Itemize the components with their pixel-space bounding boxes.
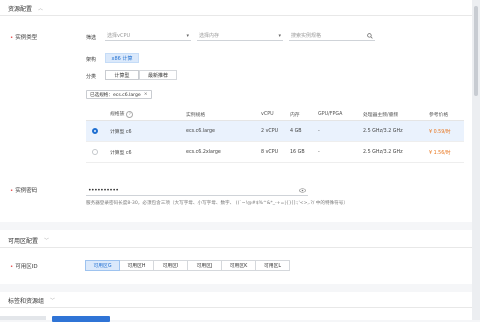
section-tags-title: 标签和资源组	[8, 298, 45, 305]
az-button-i[interactable]: 可用区I	[153, 260, 188, 271]
selected-spec-tag: 已选规格：ecs.c6.large ×	[86, 90, 152, 99]
col-family-header: 规格族?	[110, 110, 134, 118]
arch-label: 架构	[86, 57, 97, 63]
row-cpu: 2.5 GHz/3.2 GHz	[363, 149, 403, 155]
row-spec: ecs.c6.2xlarge	[186, 149, 221, 155]
arch-x86-button[interactable]: x86 计算	[105, 53, 139, 63]
col-vcpu-header: vCPU	[261, 111, 274, 117]
section-az-header[interactable]: 可用区配置 ﹀	[8, 236, 49, 245]
az-button-group: 可用区G 可用区H 可用区I 可用区J 可用区K 可用区L	[85, 260, 290, 271]
search-icon[interactable]	[367, 32, 373, 39]
az-button-l[interactable]: 可用区L	[255, 260, 290, 271]
vcpu-select[interactable]: 选择vCPU ▾	[105, 31, 191, 41]
scrollbar-thumb[interactable]	[474, 6, 478, 96]
caret-down-icon: ▾	[186, 32, 189, 39]
password-hint: 服务器登录密码长度8-30，必须包含三项（大写字母、小写字母、数字、 ()`~!…	[86, 201, 348, 206]
password-label: • 实例密码	[10, 188, 38, 194]
eye-icon[interactable]	[299, 188, 306, 193]
row-memory: 16 GB	[290, 149, 305, 155]
help-icon[interactable]: ?	[126, 111, 134, 118]
category-label: 分类	[86, 74, 97, 80]
row-price: ¥ 0.59/时	[429, 129, 451, 135]
az-button-j[interactable]: 可用区J	[187, 260, 222, 271]
section-gap	[0, 222, 472, 230]
memory-select[interactable]: 选择内存 ▾	[197, 31, 283, 41]
row-radio[interactable]	[92, 128, 98, 134]
instance-spec-table: 规格族? 实例规格 vCPU 内存 GPU/FPGA 处理器主频/睿频 参考价格…	[86, 108, 464, 163]
section-resource-header[interactable]: 资源配置 ︿	[8, 4, 43, 13]
row-spec: ecs.c6.large	[186, 128, 215, 134]
row-cpu: 2.5 GHz/3.2 GHz	[363, 128, 403, 134]
filter-label: 筛选	[86, 35, 97, 41]
section-tags-header[interactable]: 标签和资源组 ﹀	[8, 296, 55, 305]
search-input[interactable]: 搜索实例规格	[289, 31, 375, 41]
row-vcpu: 2 vCPU	[261, 128, 279, 134]
row-memory: 4 GB	[290, 128, 302, 134]
divider	[0, 307, 472, 308]
instance-type-label: • 实例类型	[10, 35, 38, 41]
row-family: 计算型 c6	[110, 129, 132, 135]
chevron-up-icon[interactable]: ︿	[38, 5, 43, 12]
section-gap	[0, 284, 472, 292]
page: 资源配置 ︿ • 实例类型 筛选 选择vCPU ▾ 选择内存 ▾ 搜索实例规格 架…	[0, 0, 472, 322]
category-recommended-button[interactable]: 最新推荐	[139, 70, 177, 80]
required-marker: •	[10, 264, 14, 270]
required-marker: •	[10, 188, 14, 194]
scrollbar[interactable]	[472, 0, 480, 320]
chevron-down-icon[interactable]: ﹀	[44, 237, 49, 244]
password-input[interactable]: ••••••••••	[86, 186, 308, 196]
divider	[0, 247, 472, 248]
close-icon[interactable]: ×	[144, 92, 148, 97]
col-memory-header: 内存	[290, 112, 300, 118]
required-marker: •	[10, 35, 14, 41]
caret-down-icon: ▾	[278, 32, 281, 39]
section-az-title: 可用区配置	[8, 238, 39, 245]
table-row[interactable]: 计算型 c6 ecs.c6.2xlarge 8 vCPU 16 GB - 2.5…	[86, 142, 464, 163]
row-radio[interactable]	[92, 149, 98, 155]
row-price: ¥ 1.56/时	[429, 150, 451, 156]
table-row[interactable]: 计算型 c6 ecs.c6.large 2 vCPU 4 GB - 2.5 GH…	[86, 121, 464, 142]
chevron-down-icon[interactable]: ﹀	[50, 297, 55, 304]
col-gpu-header: GPU/FPGA	[318, 111, 343, 117]
footer-bar	[0, 316, 46, 320]
az-button-h[interactable]: 可用区H	[119, 260, 154, 271]
category-compute-button[interactable]: 计算型	[105, 70, 139, 80]
section-resource-title: 资源配置	[8, 6, 33, 13]
az-button-g[interactable]: 可用区G	[85, 260, 120, 271]
divider	[0, 15, 472, 16]
row-family: 计算型 c6	[110, 150, 132, 156]
az-label: • 可用区ID	[10, 264, 38, 270]
col-cpu-header: 处理器主频/睿频	[363, 112, 399, 118]
row-gpu: -	[318, 128, 320, 134]
col-spec-header: 实例规格	[186, 112, 206, 118]
az-button-k[interactable]: 可用区K	[221, 260, 256, 271]
primary-action-button[interactable]	[52, 316, 110, 322]
col-price-header: 参考价格	[429, 112, 449, 118]
row-vcpu: 8 vCPU	[261, 149, 279, 155]
table-header: 规格族? 实例规格 vCPU 内存 GPU/FPGA 处理器主频/睿频 参考价格	[86, 108, 464, 121]
row-gpu: -	[318, 149, 320, 155]
